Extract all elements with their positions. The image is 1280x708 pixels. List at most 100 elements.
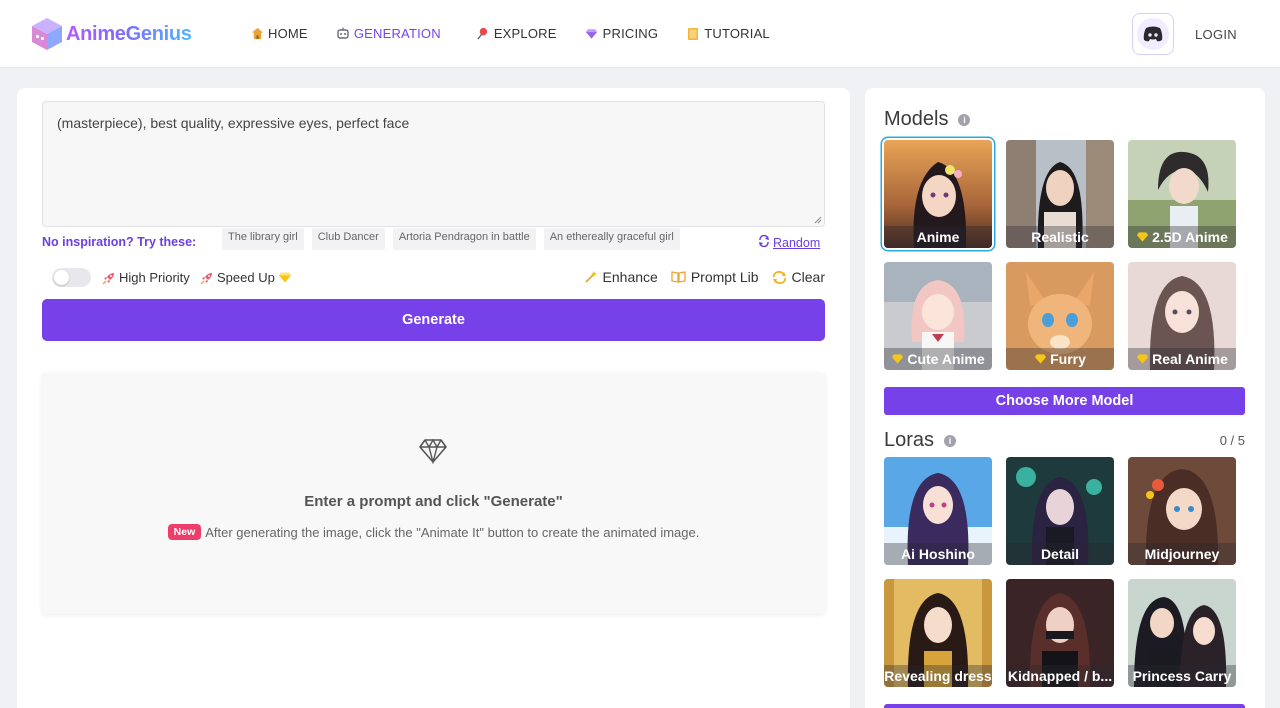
speed-up-label: Speed Up: [217, 270, 275, 285]
lora-card-princess-carry[interactable]: Princess Carry: [1128, 579, 1236, 687]
nav-explore[interactable]: EXPLORE: [476, 26, 557, 41]
model-label-text: Anime: [916, 229, 960, 245]
loras-counter: 0 / 5: [1219, 433, 1245, 448]
model-label-text: Cute Anime: [907, 351, 985, 367]
prompt-text: (masterpiece), best quality, expressive …: [57, 115, 410, 131]
clear-label: Clear: [791, 269, 825, 285]
models-title-text: Models: [884, 108, 949, 130]
premium-gem-icon: [1034, 353, 1047, 365]
nav-pricing-label: PRICING: [602, 26, 659, 41]
nav-pricing[interactable]: PRICING: [585, 26, 659, 41]
result-subtitle-text: After generating the image, click the "A…: [205, 524, 700, 540]
lora-label-text: Princess Carry: [1132, 668, 1232, 684]
info-icon[interactable]: i: [958, 113, 971, 126]
open-book-icon: [671, 271, 686, 283]
speed-up-option[interactable]: Speed Up: [200, 270, 295, 285]
robot-icon: [336, 27, 350, 41]
info-icon[interactable]: i: [944, 434, 957, 447]
model-label-text: Realistic: [1031, 229, 1089, 245]
lora-label-text: Kidnapped / b...: [1007, 668, 1113, 684]
nav-generation[interactable]: GENERATION: [336, 26, 441, 41]
logo[interactable]: AnimeGenius: [30, 15, 200, 53]
logo-cube-icon: [30, 16, 64, 52]
enhance-label: Enhance: [602, 269, 658, 285]
lora-label: Princess Carry: [1128, 665, 1236, 687]
nav-home[interactable]: HOME: [250, 26, 308, 41]
suggestion-chip[interactable]: Club Dancer: [311, 228, 385, 250]
generate-button[interactable]: Generate: [42, 299, 825, 341]
lora-card-revealing-dress[interactable]: Revealing dress: [884, 579, 992, 687]
suggestion-chips: The library girl Club Dancer Artoria Pen…: [222, 228, 688, 250]
magic-wand-icon: [584, 270, 598, 284]
toggle-knob: [54, 270, 69, 285]
random-button[interactable]: Random: [758, 234, 820, 250]
home-icon: [250, 27, 264, 41]
loras-title-text: Loras: [884, 429, 935, 451]
cycle-icon: [772, 270, 787, 284]
loras-grid: Ai Hoshino Detail Midjourney Revealing d…: [884, 457, 1246, 687]
model-card-2-5d-anime[interactable]: 2.5D Anime: [1128, 140, 1236, 248]
premium-gem-icon: [891, 353, 904, 365]
model-card-furry[interactable]: Furry: [1006, 262, 1114, 370]
prompt-lib-label: Prompt Lib: [690, 269, 759, 285]
choose-more-model-button[interactable]: Choose More Model: [884, 387, 1245, 415]
result-title: Enter a prompt and click "Generate": [304, 493, 563, 510]
nav-tutorial-label: TUTORIAL: [704, 26, 770, 41]
prompt-lib-button[interactable]: Prompt Lib: [671, 269, 759, 285]
premium-gem-icon: [278, 271, 292, 284]
book-icon: [686, 27, 700, 41]
nav-generation-label: GENERATION: [353, 26, 441, 41]
model-label-text: Real Anime: [1152, 351, 1228, 367]
model-label: Anime: [884, 226, 992, 248]
logo-text: AnimeGenius: [66, 22, 192, 45]
lora-card-detail[interactable]: Detail: [1006, 457, 1114, 565]
top-header: AnimeGenius HOME GENERATION EXPLORE PRIC…: [0, 0, 1280, 68]
high-priority-toggle[interactable]: [52, 268, 91, 287]
lora-label-text: Revealing dress: [884, 668, 992, 684]
options-row: High Priority Speed Up Enhance Prompt Li…: [52, 268, 825, 288]
discord-icon: [1137, 18, 1169, 50]
generation-panel: (masterpiece), best quality, expressive …: [17, 88, 850, 708]
prompt-textarea[interactable]: (masterpiece), best quality, expressive …: [42, 101, 825, 227]
inspiration-label: No inspiration? Try these:: [42, 235, 197, 249]
lora-label-text: Ai Hoshino: [901, 546, 975, 562]
discord-button[interactable]: [1132, 13, 1174, 55]
lora-label: Detail: [1006, 543, 1114, 565]
high-priority-option: High Priority: [102, 270, 190, 285]
model-card-anime[interactable]: Anime: [884, 140, 992, 248]
lora-label: Midjourney: [1128, 543, 1236, 565]
clear-button[interactable]: Clear: [772, 269, 825, 285]
diamond-icon: [419, 438, 447, 464]
premium-gem-icon: [1136, 231, 1149, 243]
model-card-real-anime[interactable]: Real Anime: [1128, 262, 1236, 370]
models-title: Models i: [884, 108, 971, 131]
lora-card-kidnapped[interactable]: Kidnapped / b...: [1006, 579, 1114, 687]
lora-label: Ai Hoshino: [884, 543, 992, 565]
enhance-button[interactable]: Enhance: [584, 269, 658, 285]
new-badge: New: [167, 524, 202, 540]
pin-icon: [476, 27, 490, 41]
prompt-actions: Enhance Prompt Lib Clear: [571, 269, 825, 285]
model-label-text: 2.5D Anime: [1152, 229, 1228, 245]
nav-tutorial[interactable]: TUTORIAL: [686, 26, 770, 41]
gem-icon: [585, 27, 599, 41]
lora-label: Kidnapped / b...: [1006, 665, 1114, 687]
model-card-realistic[interactable]: Realistic: [1006, 140, 1114, 248]
suggestion-chip[interactable]: Artoria Pendragon in battle: [392, 228, 536, 250]
more-loras-button[interactable]: [884, 704, 1245, 708]
resize-grip-icon[interactable]: [814, 216, 822, 224]
rocket-icon: [102, 271, 116, 285]
lora-card-midjourney[interactable]: Midjourney: [1128, 457, 1236, 565]
login-link[interactable]: LOGIN: [1195, 27, 1237, 42]
suggestion-chip[interactable]: The library girl: [222, 228, 304, 250]
result-subtitle: New After generating the image, click th…: [42, 524, 825, 540]
model-card-cute-anime[interactable]: Cute Anime: [884, 262, 992, 370]
lora-card-ai-hoshino[interactable]: Ai Hoshino: [884, 457, 992, 565]
lora-label-text: Midjourney: [1144, 546, 1220, 562]
premium-gem-icon: [1136, 353, 1149, 365]
model-label: 2.5D Anime: [1128, 226, 1236, 248]
model-label: Furry: [1006, 348, 1114, 370]
suggestion-chip[interactable]: An ethereally graceful girl: [543, 228, 680, 250]
loras-title: Loras i: [884, 429, 957, 452]
rocket-icon: [200, 271, 214, 285]
